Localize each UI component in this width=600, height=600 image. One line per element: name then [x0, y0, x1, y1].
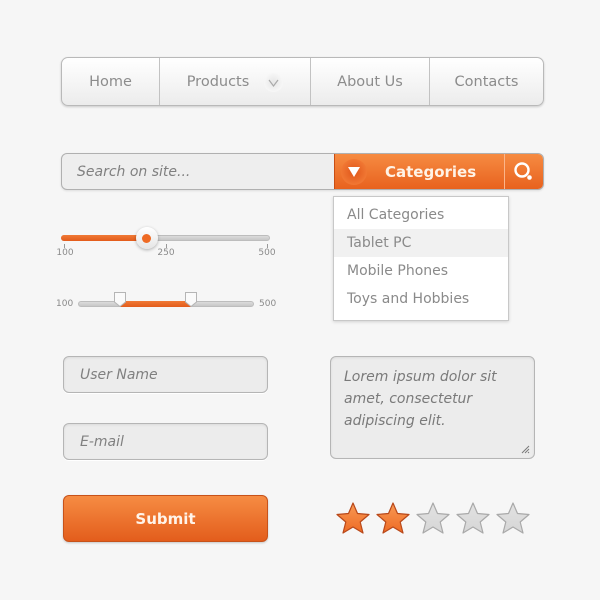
dropdown-item-mobile-phones[interactable]: Mobile Phones — [334, 257, 508, 285]
star-shape — [336, 502, 370, 534]
categories-dropdown-menu: All Categories Tablet PC Mobile Phones T… — [333, 196, 509, 321]
submit-button[interactable]: Submit — [63, 495, 268, 542]
star-empty-icon[interactable] — [496, 502, 530, 534]
dropdown-item-all-categories[interactable]: All Categories — [334, 201, 508, 229]
range-min-label: 100 — [56, 299, 74, 309]
star-shape — [456, 502, 490, 534]
range-high-handle[interactable] — [184, 292, 197, 307]
nav-item-label: Products — [186, 73, 250, 90]
search-bar: Categories — [61, 153, 544, 190]
search-input[interactable] — [62, 154, 334, 189]
email-input[interactable] — [63, 423, 268, 460]
triangle-down-icon — [341, 158, 367, 185]
slider-thumb[interactable] — [135, 227, 158, 249]
star-filled-icon[interactable] — [336, 502, 370, 534]
star-filled-icon[interactable] — [376, 502, 410, 534]
star-shape — [416, 502, 450, 534]
dropdown-item-toys-and-hobbies[interactable]: Toys and Hobbies — [334, 285, 508, 313]
star-shape — [496, 502, 530, 534]
chevron-down-icon — [264, 73, 283, 92]
slider-tick-label: 250 — [157, 248, 175, 258]
nav-item-home[interactable]: Home — [62, 58, 160, 105]
nav-item-label: About Us — [337, 73, 403, 90]
star-shape — [376, 502, 410, 534]
slider-fill — [61, 235, 147, 241]
range-slider-fill — [120, 301, 191, 307]
username-input[interactable] — [63, 356, 268, 393]
range-max-label: 500 — [259, 299, 277, 309]
message-textarea[interactable]: Lorem ipsum dolor sit amet, consectetur … — [330, 356, 535, 459]
range-low-handle[interactable] — [114, 292, 127, 307]
search-icon — [514, 161, 532, 180]
categories-dropdown-button[interactable]: Categories — [334, 154, 505, 189]
nav-item-products[interactable]: Products — [160, 58, 311, 105]
slider-tick-label: 500 — [258, 248, 276, 258]
slider-thumb-dot — [142, 233, 152, 243]
star-rating — [336, 502, 530, 534]
range-slider: 100 500 — [55, 292, 285, 318]
nav-item-label: Home — [89, 73, 132, 90]
slider-tick-label: 100 — [56, 248, 74, 258]
textarea-text: Lorem ipsum dolor sit amet, consectetur … — [344, 369, 497, 429]
search-button[interactable] — [504, 154, 543, 189]
nav-item-about-us[interactable]: About Us — [311, 58, 430, 105]
nav-item-contacts[interactable]: Contacts — [430, 58, 543, 105]
categories-label: Categories — [385, 162, 477, 181]
star-empty-icon[interactable] — [416, 502, 450, 534]
dropdown-item-tablet-pc[interactable]: Tablet PC — [334, 229, 508, 257]
nav-item-label: Contacts — [454, 73, 519, 90]
star-empty-icon[interactable] — [456, 502, 490, 534]
value-slider: 100 250 500 — [56, 226, 276, 266]
resize-handle-icon[interactable] — [521, 445, 530, 454]
main-nav: Home Products About Us Contacts — [61, 57, 544, 106]
